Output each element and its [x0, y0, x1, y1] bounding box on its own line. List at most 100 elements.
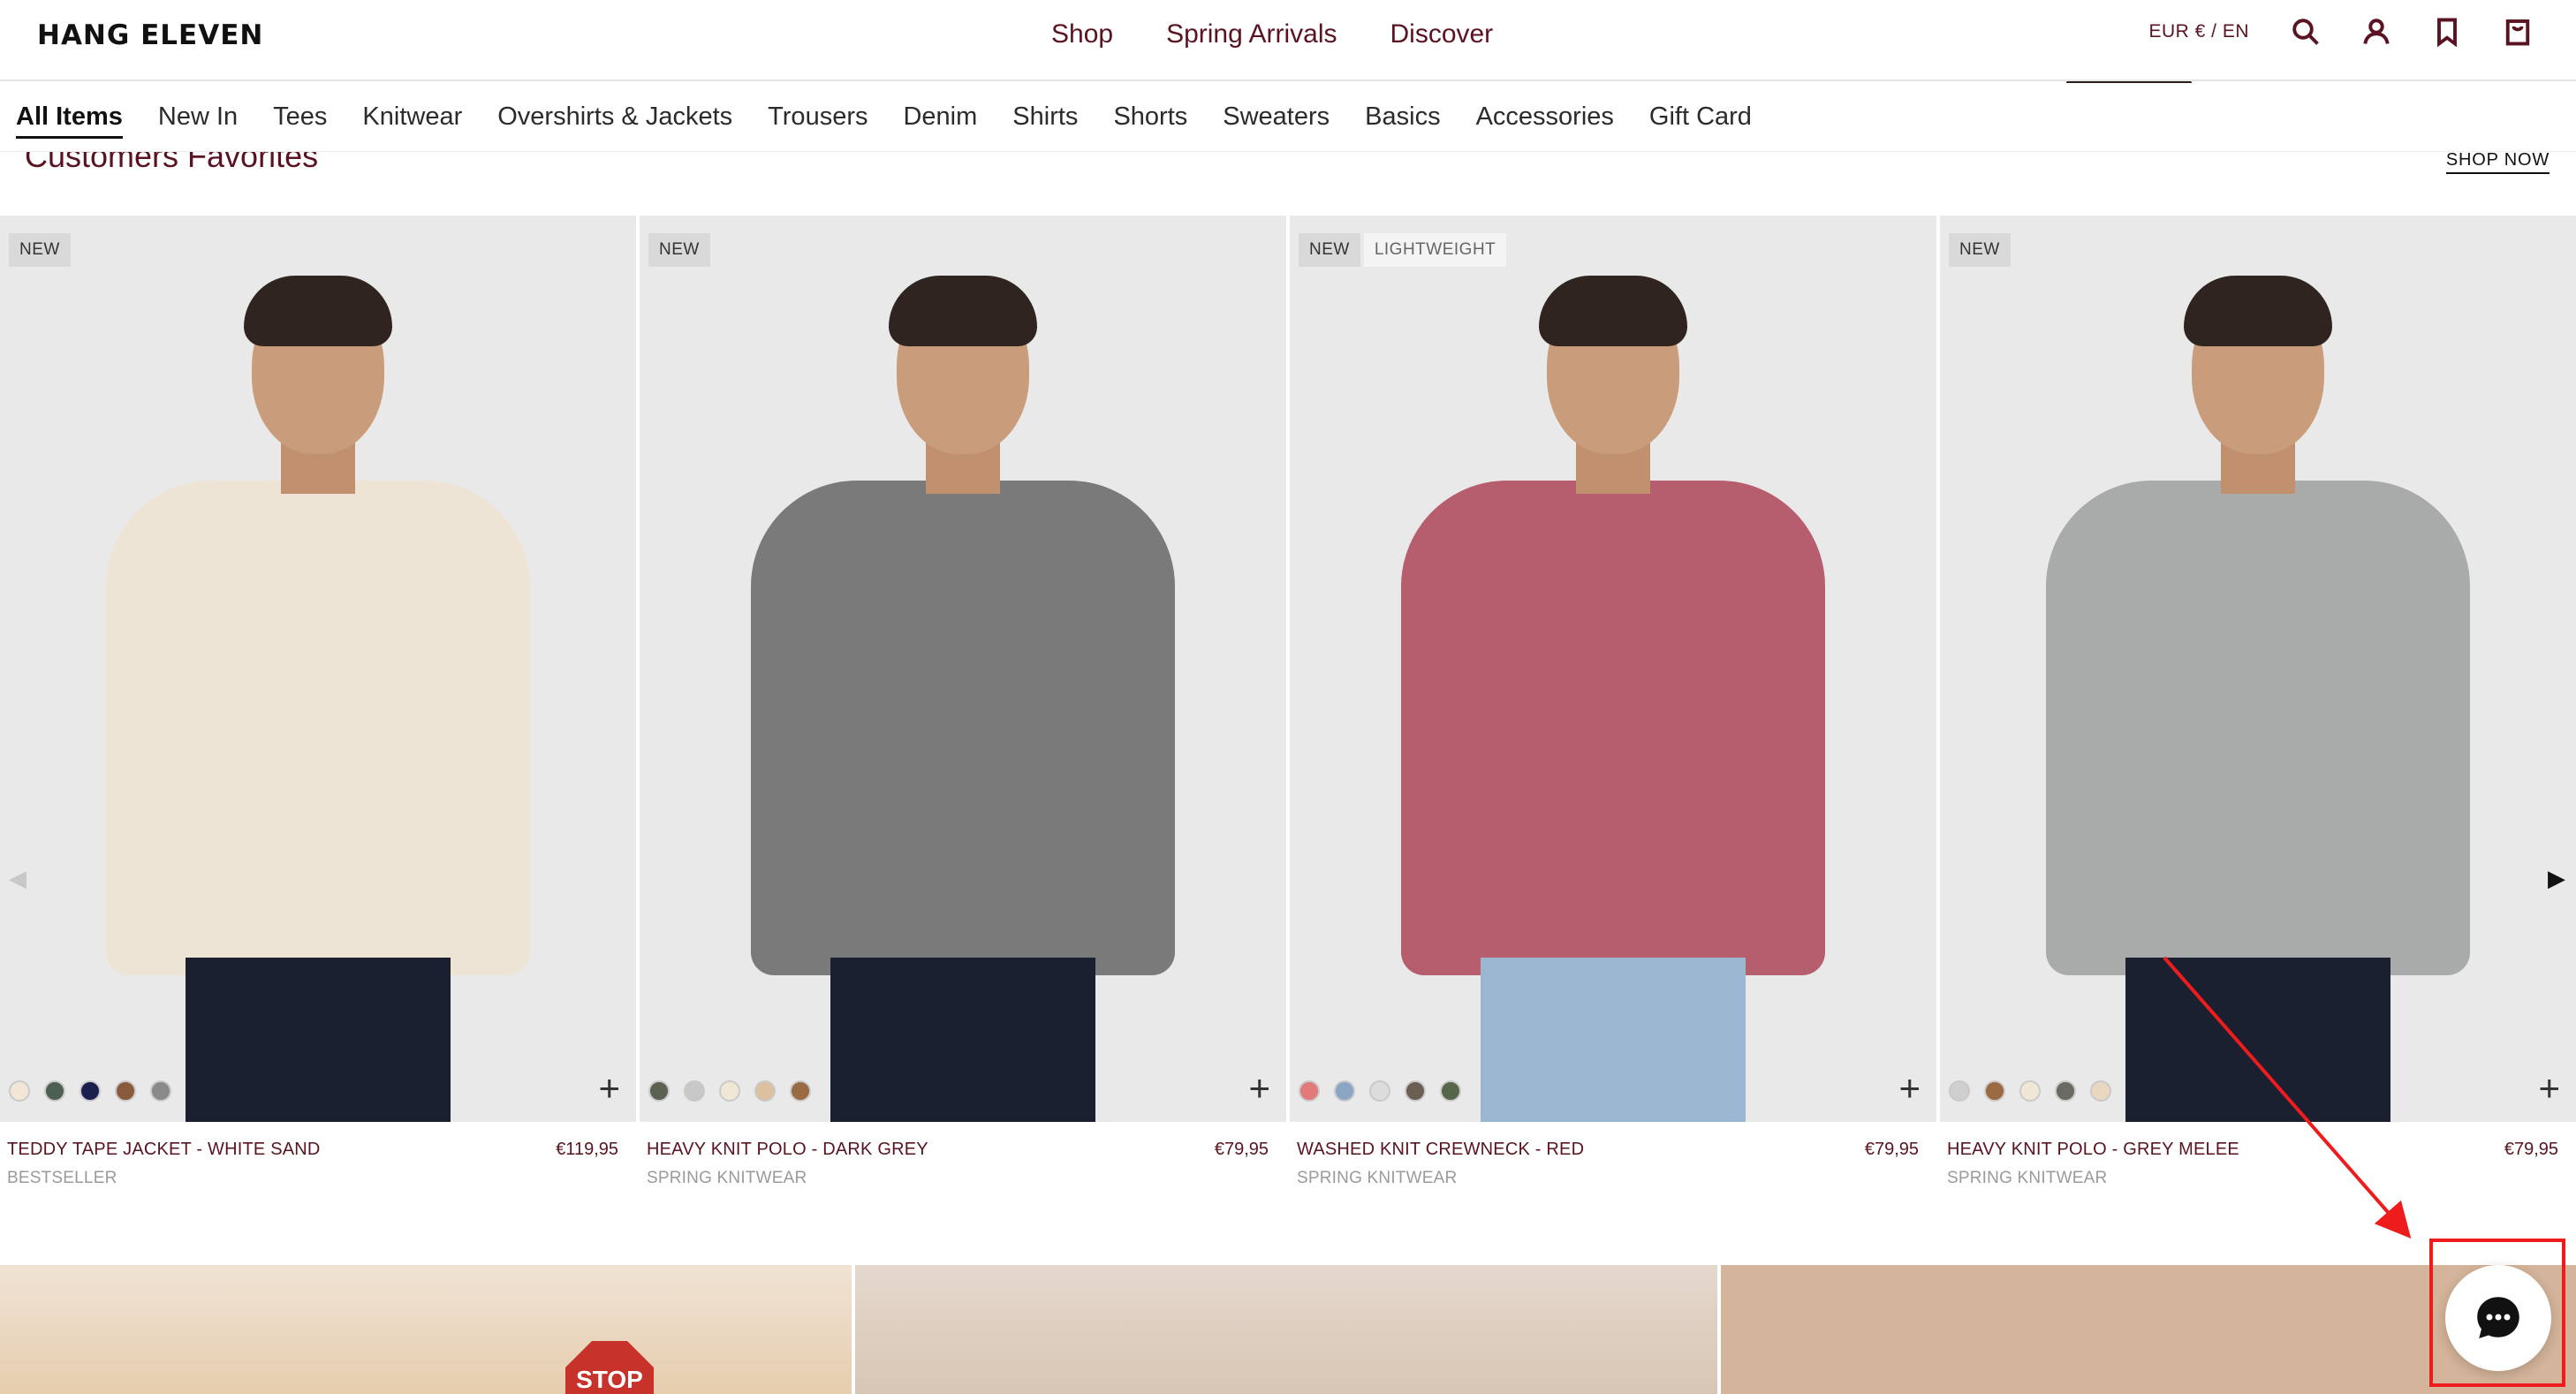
product-name[interactable]: TEDDY TAPE JACKET - WHITE SAND: [7, 1140, 321, 1160]
product-collection: SPRING KNITWEAR: [647, 1169, 807, 1187]
color-swatch[interactable]: [9, 1080, 30, 1102]
search-icon[interactable]: [2290, 16, 2322, 48]
top-nav-spring-arrivals[interactable]: Spring Arrivals: [1166, 19, 1337, 49]
product-price: €79,95: [1214, 1140, 1269, 1159]
product-name[interactable]: HEAVY KNIT POLO - GREY MELEE: [1947, 1140, 2239, 1160]
color-swatch[interactable]: [1984, 1080, 2005, 1102]
badge-group: NEW: [9, 233, 71, 267]
color-swatch[interactable]: [2019, 1080, 2041, 1102]
product-badge: NEW: [648, 233, 710, 267]
color-swatch[interactable]: [754, 1080, 776, 1102]
color-swatch[interactable]: [648, 1080, 670, 1102]
brand-logo[interactable]: HANG ELEVEN: [37, 19, 263, 51]
lifestyle-tile[interactable]: STOP: [0, 1265, 852, 1394]
product-collection: SPRING KNITWEAR: [1947, 1169, 2108, 1187]
color-swatch[interactable]: [150, 1080, 171, 1102]
model-figure: [71, 269, 565, 1122]
model-hair-image: [244, 276, 392, 346]
category-knitwear[interactable]: Knitwear: [362, 102, 462, 139]
product-name[interactable]: WASHED KNIT CREWNECK - RED: [1297, 1140, 1584, 1160]
color-swatch[interactable]: [115, 1080, 136, 1102]
color-swatch[interactable]: [790, 1080, 811, 1102]
category-bar: All Items New In Tees Knitwear Overshirt…: [0, 83, 2576, 152]
product-badge: NEW: [1299, 233, 1360, 267]
quick-add-icon[interactable]: +: [1898, 1070, 1921, 1107]
product-card[interactable]: NEW + TEDDY TAPE JACKET - WHITE SAND €119,9…: [0, 216, 636, 1187]
color-swatches: [648, 1080, 811, 1102]
category-shorts[interactable]: Shorts: [1113, 102, 1187, 139]
product-collection: SPRING KNITWEAR: [1297, 1169, 1458, 1187]
model-hair-image: [889, 276, 1037, 346]
product-image[interactable]: NEW +: [640, 216, 1286, 1122]
product-card[interactable]: NEW + HEAVY KNIT POLO - DARK GREY €79,95 SPR…: [640, 216, 1286, 1187]
category-sweaters[interactable]: Sweaters: [1223, 102, 1330, 139]
color-swatch[interactable]: [684, 1080, 705, 1102]
color-swatch[interactable]: [44, 1080, 65, 1102]
cart-icon[interactable]: [2502, 16, 2534, 48]
top-nav: Shop Spring Arrivals Discover: [1051, 19, 1493, 49]
color-swatch[interactable]: [2055, 1080, 2076, 1102]
color-swatch[interactable]: [1405, 1080, 1426, 1102]
category-shirts[interactable]: Shirts: [1012, 102, 1078, 139]
color-swatches: [1299, 1080, 1461, 1102]
wishlist-icon[interactable]: [2431, 16, 2463, 48]
product-name[interactable]: HEAVY KNIT POLO - DARK GREY: [647, 1140, 928, 1160]
category-all-items[interactable]: All Items: [16, 102, 123, 139]
color-swatches: [9, 1080, 171, 1102]
site-header: HANG ELEVEN Shop Spring Arrivals Discove…: [0, 0, 2576, 81]
garment-image: [1401, 481, 1825, 975]
model-hair-image: [2184, 276, 2332, 346]
product-carousel: ◀ ▶ NEW + TEDDY TAPE JACKET - WHITE SAND €1…: [0, 216, 2576, 1187]
category-accessories[interactable]: Accessories: [1476, 102, 1614, 139]
product-card[interactable]: NEW + HEAVY KNIT POLO - GREY MELEE €79,95 SP…: [1940, 216, 2576, 1187]
product-price: €119,95: [556, 1140, 618, 1159]
product-image[interactable]: NEW +: [0, 216, 636, 1122]
model-figure: [716, 269, 1210, 1122]
category-overshirts-jackets[interactable]: Overshirts & Jackets: [497, 102, 732, 139]
top-nav-shop[interactable]: Shop: [1051, 19, 1113, 49]
color-swatch[interactable]: [1440, 1080, 1461, 1102]
model-figure: [2011, 269, 2505, 1122]
product-price: €79,95: [2504, 1140, 2558, 1159]
category-denim[interactable]: Denim: [903, 102, 977, 139]
color-swatch[interactable]: [1369, 1080, 1390, 1102]
product-image[interactable]: NEW LIGHTWEIGHT +: [1290, 216, 1936, 1122]
quick-add-icon[interactable]: +: [1248, 1070, 1270, 1107]
category-trousers[interactable]: Trousers: [768, 102, 868, 139]
color-swatch[interactable]: [1299, 1080, 1320, 1102]
product-card[interactable]: NEW LIGHTWEIGHT + WASHED KNIT CREWNECK - RE…: [1290, 216, 1936, 1187]
garment-image: [106, 481, 530, 975]
color-swatch[interactable]: [719, 1080, 740, 1102]
trousers-image: [830, 958, 1095, 1122]
category-new-in[interactable]: New In: [158, 102, 238, 139]
shop-now-link[interactable]: SHOP NOW: [2445, 150, 2549, 174]
quick-add-icon[interactable]: +: [598, 1070, 620, 1107]
model-figure: [1366, 269, 1860, 1122]
category-gift-card[interactable]: Gift Card: [1649, 102, 1752, 139]
quick-add-icon[interactable]: +: [2538, 1070, 2560, 1107]
category-basics[interactable]: Basics: [1365, 102, 1440, 139]
badge-group: NEW: [1949, 233, 2011, 267]
color-swatch[interactable]: [1334, 1080, 1355, 1102]
product-badge: NEW: [9, 233, 71, 267]
product-price: €79,95: [1864, 1140, 1919, 1159]
stop-sign-image: STOP: [565, 1341, 654, 1394]
category-tees[interactable]: Tees: [273, 102, 327, 139]
account-icon[interactable]: [2360, 16, 2392, 48]
lifestyle-tile[interactable]: [855, 1265, 1717, 1394]
product-badge: NEW: [1949, 233, 2011, 267]
utility-bar: EUR € / EN: [2148, 16, 2534, 48]
badge-group: NEW LIGHTWEIGHT: [1299, 233, 1507, 267]
model-hair-image: [1539, 276, 1687, 346]
product-image[interactable]: NEW +: [1940, 216, 2576, 1122]
carousel-prev-icon[interactable]: ◀: [9, 865, 27, 892]
badge-group: NEW: [648, 233, 710, 267]
carousel-next-icon[interactable]: ▶: [2548, 865, 2565, 892]
color-swatch[interactable]: [1949, 1080, 1970, 1102]
trousers-image: [1481, 958, 1746, 1122]
top-nav-discover[interactable]: Discover: [1390, 19, 1493, 49]
color-swatch[interactable]: [2090, 1080, 2111, 1102]
garment-image: [2046, 481, 2470, 975]
color-swatch[interactable]: [80, 1080, 101, 1102]
locale-selector[interactable]: EUR € / EN: [2148, 21, 2249, 42]
